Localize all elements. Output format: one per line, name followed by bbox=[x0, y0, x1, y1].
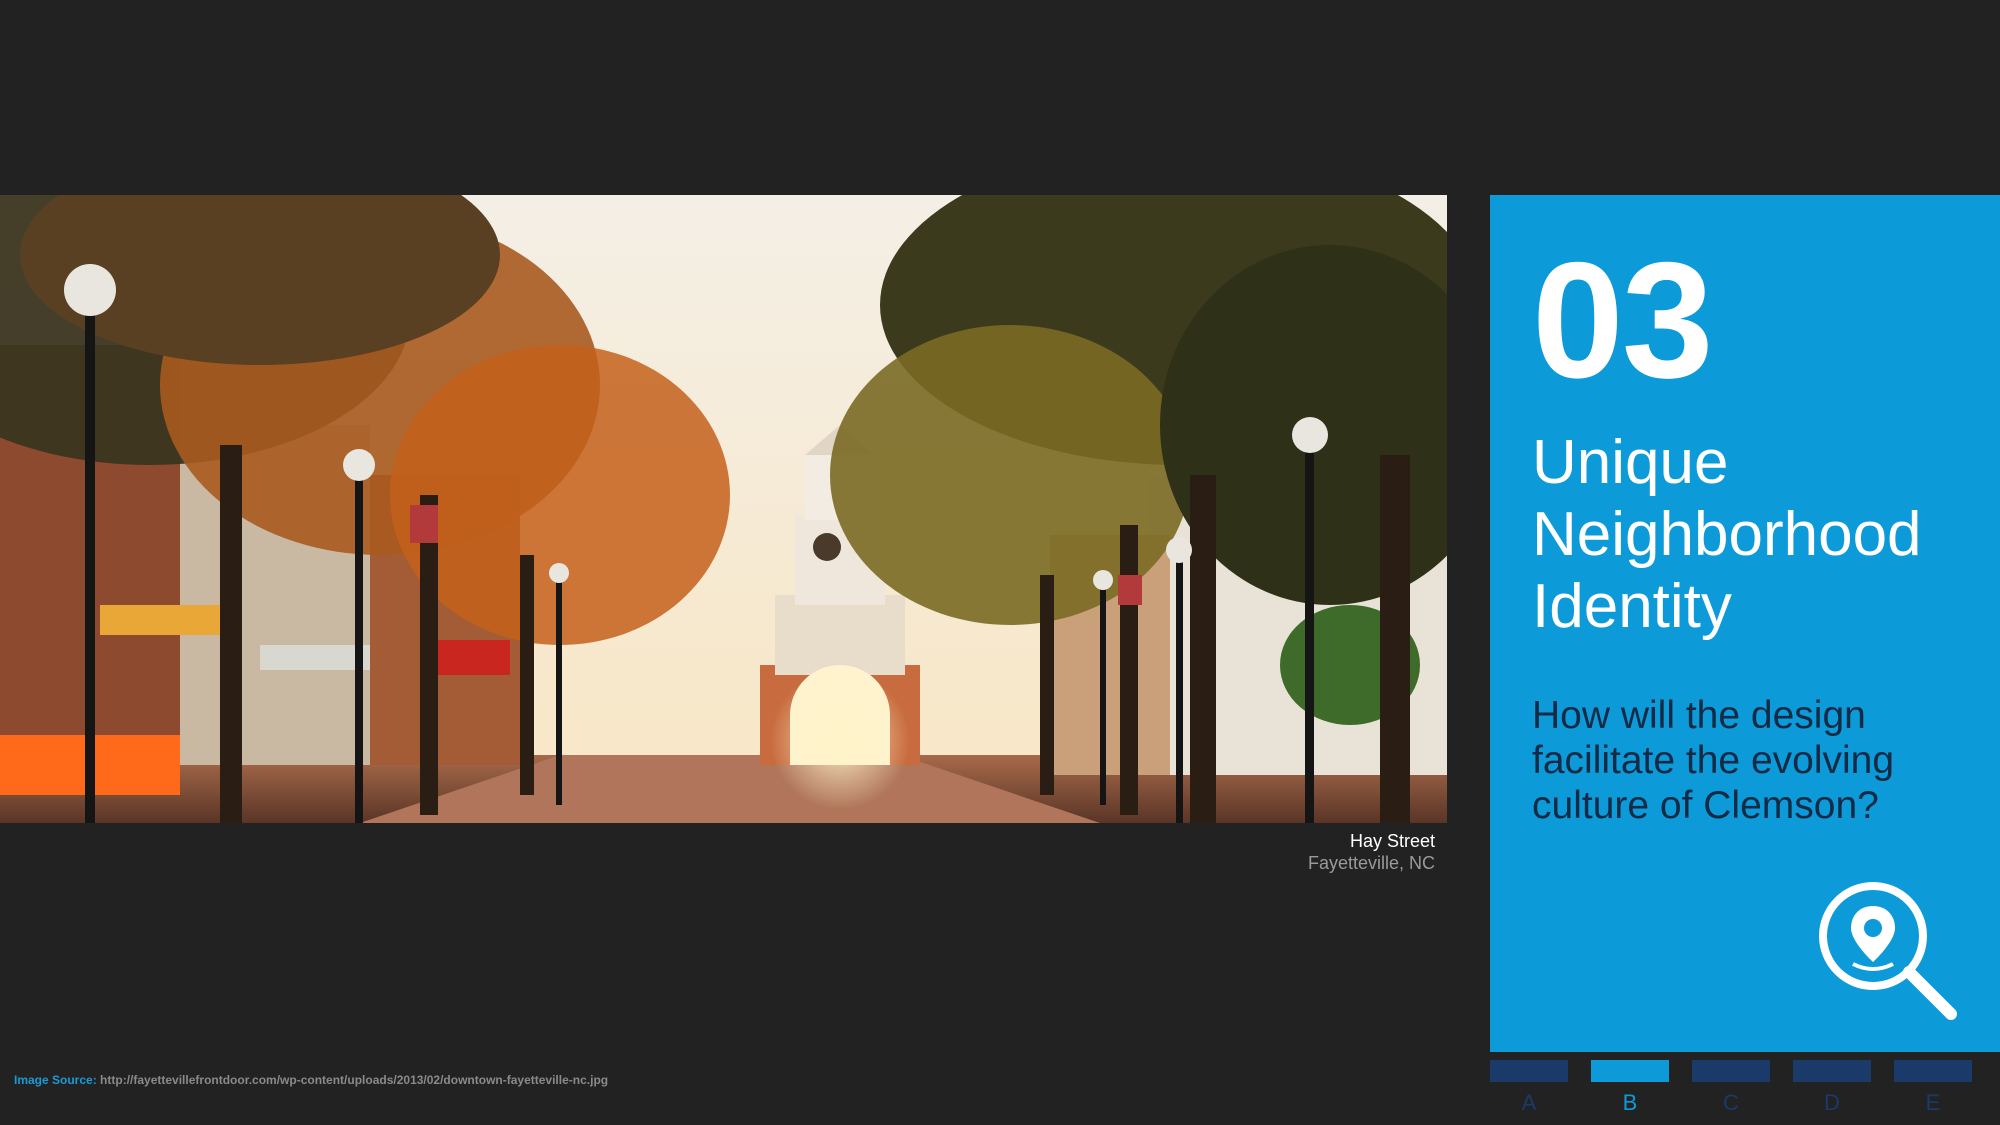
section-title-line-2: Neighborhood bbox=[1532, 500, 1922, 569]
slide: Hay Street Fayetteville, NC 03 Unique Ne… bbox=[0, 0, 2000, 1125]
section-question: How will the design facilitate the evolv… bbox=[1532, 694, 1895, 827]
nav-bar-c[interactable] bbox=[1692, 1060, 1770, 1082]
image-source-url[interactable]: http://fayettevillefrontdoor.com/wp-cont… bbox=[100, 1073, 608, 1087]
section-title-line-1: Unique bbox=[1532, 428, 1729, 497]
section-number: 03 bbox=[1532, 228, 1714, 412]
nav-label-d[interactable]: D bbox=[1793, 1090, 1871, 1116]
nav-item-a[interactable]: A bbox=[1490, 1060, 1568, 1125]
image-source-label: Image Source: bbox=[14, 1073, 97, 1087]
photo-caption: Hay Street Fayetteville, NC bbox=[1308, 830, 1435, 874]
location-search-icon bbox=[1815, 878, 1960, 1023]
nav-bar-a[interactable] bbox=[1490, 1060, 1568, 1082]
nav-bar-e[interactable] bbox=[1894, 1060, 1972, 1082]
nav-bar-d[interactable] bbox=[1793, 1060, 1871, 1082]
nav-label-c[interactable]: C bbox=[1692, 1090, 1770, 1116]
street-scene-illustration bbox=[0, 195, 1447, 823]
section-title-line-3: Identity bbox=[1532, 572, 1732, 641]
image-source: Image Source: http://fayettevillefrontdo… bbox=[14, 1073, 608, 1087]
section-title: Unique Neighborhood Identity bbox=[1532, 427, 1992, 643]
section-nav: A B C D E bbox=[1490, 1060, 2000, 1125]
info-panel: 03 Unique Neighborhood Identity How will… bbox=[1490, 195, 2000, 1052]
nav-label-e[interactable]: E bbox=[1894, 1090, 1972, 1116]
nav-item-e[interactable]: E bbox=[1894, 1060, 1972, 1125]
nav-item-c[interactable]: C bbox=[1692, 1060, 1770, 1125]
nav-label-b[interactable]: B bbox=[1591, 1090, 1669, 1116]
nav-bar-b[interactable] bbox=[1591, 1060, 1669, 1082]
caption-title: Hay Street bbox=[1349, 831, 1435, 851]
hero-photo bbox=[0, 195, 1447, 823]
caption-subtitle: Fayetteville, NC bbox=[1307, 853, 1435, 873]
nav-item-d[interactable]: D bbox=[1793, 1060, 1871, 1125]
nav-label-a[interactable]: A bbox=[1490, 1090, 1568, 1116]
nav-item-b[interactable]: B bbox=[1591, 1060, 1669, 1125]
